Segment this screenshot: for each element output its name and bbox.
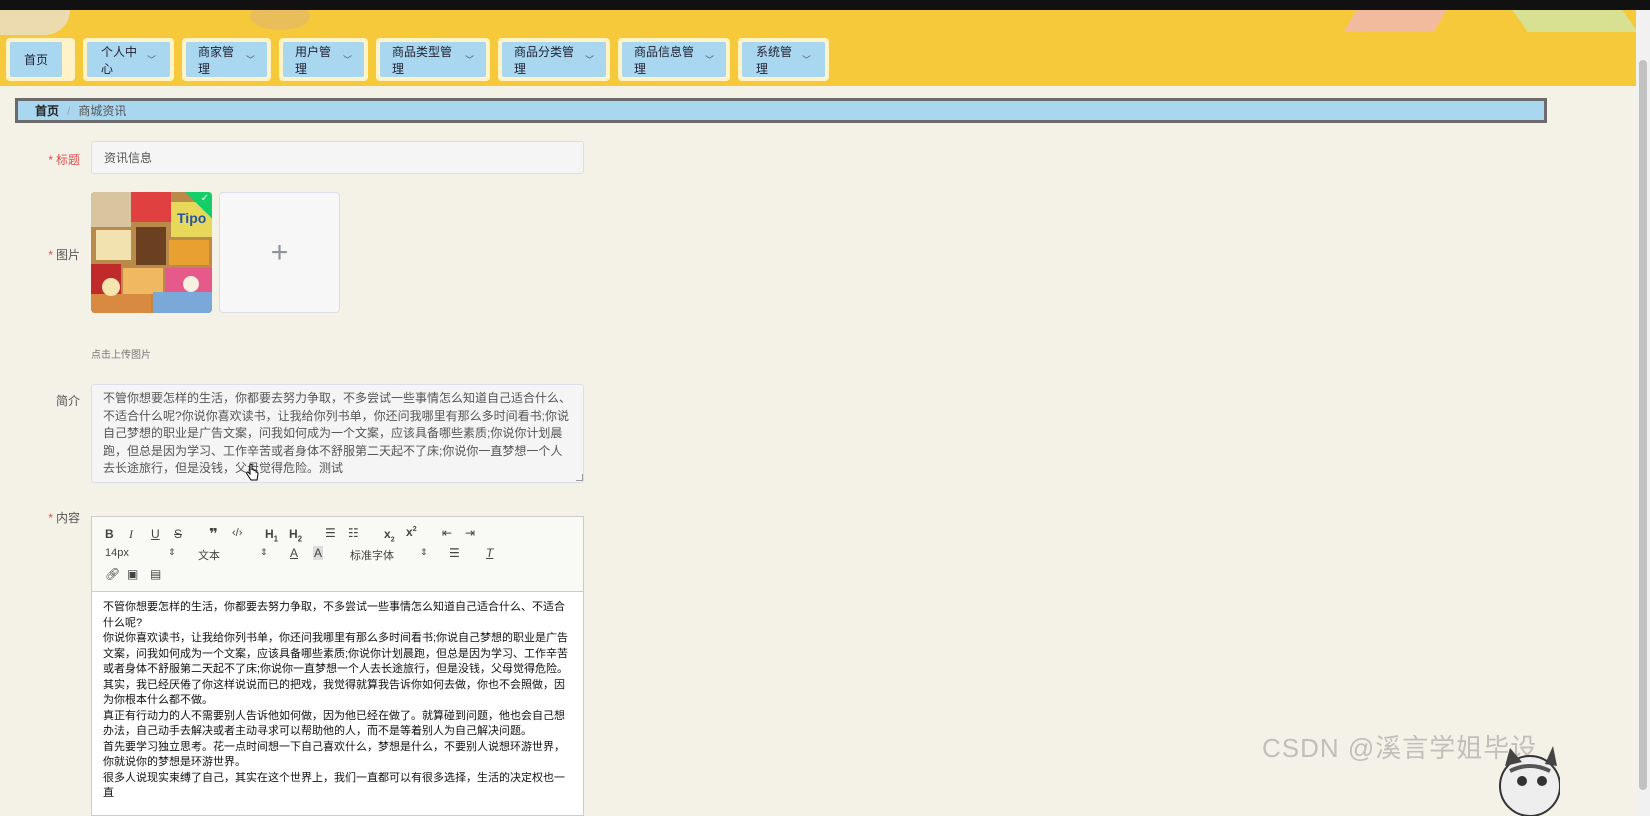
- chevron-updown-icon: ⇕: [168, 547, 176, 557]
- editor-content[interactable]: 不管你想要怎样的生活，你都要去努力争取，不多尝试一些事情怎么知道自己适合什么、不…: [92, 592, 583, 810]
- strike-icon[interactable]: S: [174, 527, 182, 541]
- check-icon: ✓: [200, 193, 209, 204]
- video-icon[interactable]: ▤: [150, 567, 161, 581]
- image-label: * 图片: [48, 248, 80, 262]
- required-mark: *: [48, 153, 53, 167]
- content-paragraph: 真正有行动力的人不需要别人告诉他如何做，因为他已经在做了。就算碰到问题，他也会自…: [103, 709, 565, 738]
- breadcrumb: 首页 / 商城资讯: [15, 98, 1547, 123]
- content-label: * 内容: [48, 511, 80, 525]
- superscript-icon[interactable]: x2: [406, 525, 417, 539]
- clear-format-icon[interactable]: T: [486, 546, 493, 560]
- intro-textarea[interactable]: 不管你想要怎样的生活，你都要去努力争取，不多尝试一些事情怎么知道自己适合什么、不…: [91, 384, 584, 483]
- content-paragraph: 不管你想要怎样的生活，你都要去努力争取，不多尝试一些事情怎么知道自己适合什么、不…: [103, 601, 565, 629]
- intro-label: 简介: [55, 394, 80, 408]
- outdent-icon[interactable]: ⇤: [442, 526, 452, 540]
- upload-image-button[interactable]: +: [219, 192, 340, 313]
- plus-icon: +: [270, 235, 289, 269]
- content-paragraph: 你说你喜欢读书，让我给你列书单，你还问我哪里有那么多时间看书;你说自己梦想的职业…: [103, 632, 569, 706]
- quote-icon[interactable]: ❞: [209, 525, 218, 543]
- chevron-updown-icon: ⇕: [260, 547, 268, 557]
- block-type-select[interactable]: 文本: [198, 547, 220, 563]
- title-label: * 标题: [48, 153, 80, 167]
- uploaded-image-thumbnail[interactable]: Tipo ✓: [91, 192, 212, 313]
- font-family-select[interactable]: 标准字体: [350, 547, 394, 563]
- nav-item-label: 系统管理: [756, 44, 793, 76]
- nav-item-user[interactable]: 用户管理 ﹀: [279, 38, 368, 81]
- nav-item-product-category[interactable]: 商品分类管理 ﹀: [498, 38, 610, 81]
- h1-icon[interactable]: H1: [265, 527, 278, 543]
- content-paragraph: 很多人说现实束缚了自己，其实在这个世界上，我们一直都可以有很多选择，生活的决定权…: [103, 771, 565, 800]
- title-input[interactable]: [91, 141, 584, 174]
- chevron-down-icon: ﹀: [801, 55, 811, 65]
- nav-item-system[interactable]: 系统管理 ﹀: [738, 38, 829, 81]
- subscript-icon[interactable]: x2: [384, 527, 395, 543]
- hand-cursor-icon: [246, 464, 259, 481]
- editor-toolbar: B I U S ❞ ‹/› H1 H2 ☰ ☷ x2 x2 ⇤ ⇥ 14px ⇕…: [92, 517, 583, 592]
- ordered-list-icon[interactable]: ☰: [325, 526, 336, 540]
- nav-item-label: 商品类型管理: [392, 44, 453, 76]
- top-nav: 首页 个人中心 ﹀ 商家管理 ﹀ 用户管理 ﹀ 商品类型管理 ﹀ 商品分类管理 ﹀ 商品信…: [6, 38, 829, 81]
- nav-item-personal-center[interactable]: 个人中心 ﹀: [83, 38, 174, 81]
- chevron-down-icon: ﹀: [704, 55, 714, 65]
- indent-icon[interactable]: ⇥: [465, 526, 475, 540]
- nav-item-label: 用户管理: [295, 44, 332, 76]
- nav-item-home[interactable]: 首页: [6, 38, 75, 81]
- underline-icon[interactable]: U: [151, 527, 160, 541]
- chevron-down-icon: ﹀: [464, 55, 474, 65]
- nav-item-product-type[interactable]: 商品类型管理 ﹀: [376, 38, 490, 81]
- nav-item-label: 商品信息管理: [634, 44, 695, 76]
- breadcrumb-home[interactable]: 首页: [35, 102, 59, 119]
- scrollbar-thumb[interactable]: [1639, 60, 1647, 790]
- cat-mascot-icon: [1499, 746, 1560, 816]
- textarea-resize-handle[interactable]: [576, 474, 583, 481]
- banner-decoration: [1512, 10, 1638, 32]
- required-mark: *: [48, 248, 53, 262]
- banner-decoration: [250, 10, 310, 30]
- content-paragraph: 首先要学习独立思考。花一点时间想一下自己喜欢什么，梦想是什么，不要别人说想环游世…: [103, 740, 565, 769]
- chevron-down-icon: ﹀: [146, 55, 156, 65]
- svg-text:Tipo: Tipo: [177, 210, 206, 226]
- rich-text-editor: B I U S ❞ ‹/› H1 H2 ☰ ☷ x2 x2 ⇤ ⇥ 14px ⇕…: [91, 516, 584, 816]
- code-icon[interactable]: ‹/›: [232, 527, 242, 539]
- background-color-icon[interactable]: A: [313, 546, 324, 560]
- image-icon[interactable]: ▣: [127, 567, 138, 581]
- nav-item-label: 商家管理: [198, 44, 235, 76]
- chevron-down-icon: ﹀: [245, 55, 255, 65]
- font-size-select[interactable]: 14px: [105, 547, 129, 559]
- align-icon[interactable]: ☰: [449, 546, 460, 560]
- chevron-updown-icon: ⇕: [420, 547, 428, 557]
- upload-tip: 点击上传图片: [91, 350, 151, 361]
- nav-item-product-info[interactable]: 商品信息管理 ﹀: [618, 38, 730, 81]
- window-top-bar: [0, 0, 1650, 10]
- chevron-down-icon: ﹀: [342, 55, 352, 65]
- bullet-list-icon[interactable]: ☷: [348, 526, 359, 540]
- breadcrumb-separator: /: [67, 103, 71, 118]
- chevron-down-icon: ﹀: [584, 55, 594, 65]
- banner-decoration: [0, 10, 70, 35]
- font-color-icon[interactable]: A: [290, 546, 298, 560]
- bold-icon[interactable]: B: [105, 527, 114, 541]
- link-icon[interactable]: 🔗︎: [105, 567, 120, 581]
- breadcrumb-current: 商城资讯: [78, 104, 127, 118]
- nav-item-label: 个人中心: [101, 44, 138, 76]
- italic-icon[interactable]: I: [129, 527, 133, 542]
- required-mark: *: [48, 511, 53, 525]
- banner-decoration: [1343, 10, 1447, 32]
- page-scrollbar[interactable]: [1636, 10, 1650, 816]
- nav-item-merchant[interactable]: 商家管理 ﹀: [182, 38, 271, 81]
- nav-item-label: 商品分类管理: [514, 44, 575, 76]
- h2-icon[interactable]: H2: [289, 527, 302, 543]
- nav-item-label: 首页: [24, 53, 49, 67]
